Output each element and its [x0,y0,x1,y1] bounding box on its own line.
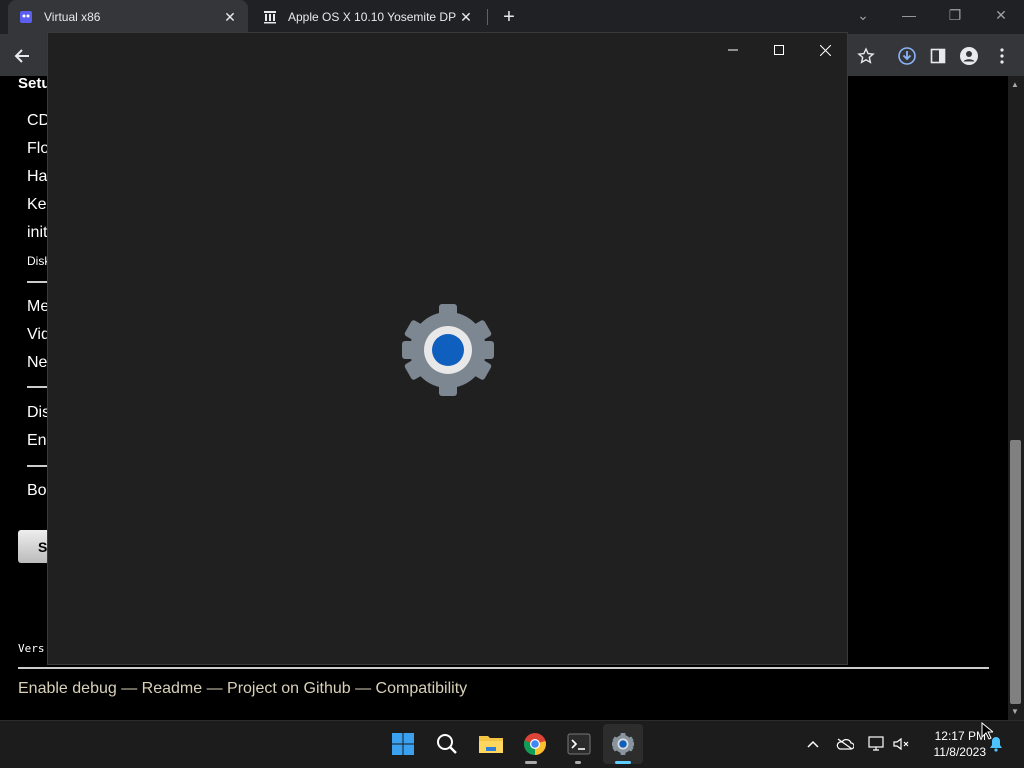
footer-separator: — [116,680,142,697]
tab-strip: Virtual x86 ✕ Apple OS X 10.10 Yosemite … [0,0,1024,34]
chevron-up-icon[interactable] [803,734,823,754]
version-label: Vers [18,642,45,655]
tab-search-icon[interactable]: ⌄ [840,0,886,30]
chrome-icon[interactable] [521,730,549,758]
windows-start-icon[interactable] [389,730,417,758]
setup-item-memory[interactable]: Me [27,298,49,316]
setup-heading: Setu [18,76,51,92]
github-link[interactable]: Project on Github [227,680,351,697]
tab-title: Virtual x86 [44,10,101,24]
clock-time: 12:17 PM [934,729,986,743]
network-icon[interactable] [867,734,887,754]
minimize-icon[interactable] [710,39,756,61]
terminal-running-indicator [575,761,581,764]
profile-icon[interactable] [957,44,981,68]
restore-icon[interactable]: ❐ [932,0,978,30]
setup-item-kernel[interactable]: Ke [27,196,47,214]
footer-separator: — [350,680,376,697]
close-tab-icon[interactable]: ✕ [220,7,240,27]
settings-gear-icon [402,304,494,396]
archive-org-icon [262,9,278,25]
menu-kebab-icon[interactable] [990,44,1014,68]
readme-link[interactable]: Readme [142,680,202,697]
v86-logo-icon [18,9,34,25]
footer-separator: — [202,680,228,697]
close-tab-icon[interactable]: ✕ [456,7,476,27]
new-tab-button[interactable]: + [498,6,520,28]
setup-item-network[interactable]: Ne [27,354,47,372]
setup-item-hard-disk[interactable]: Ha [27,168,47,186]
close-icon[interactable] [802,39,848,61]
side-panel-icon[interactable] [926,44,950,68]
enable-debug-link[interactable]: Enable debug [18,680,117,697]
settings-window [47,32,848,665]
close-window-icon[interactable]: ✕ [978,0,1024,30]
tab-apple-os-x[interactable]: Apple OS X 10.10 Yosemite DP1 : ✕ [252,0,484,34]
back-arrow-icon[interactable] [10,44,34,68]
clock-date: 11/8/2023 [933,745,987,759]
footer-links: Enable debug — Readme — Project on Githu… [18,680,467,698]
onedrive-offline-icon[interactable] [835,734,855,754]
setup-item-initial-state[interactable]: init [27,224,47,242]
settings-icon[interactable] [609,730,637,758]
file-explorer-icon[interactable] [477,730,505,758]
chrome-running-indicator [525,761,537,764]
scroll-down-icon[interactable]: ▼ [1011,707,1019,716]
tab-title: Apple OS X 10.10 Yosemite DP1 : [288,10,456,24]
scrollbar-thumb[interactable] [1010,440,1021,704]
setup-item-boot-order[interactable]: Bo [27,482,47,500]
setup-item-enable[interactable]: En [27,432,47,450]
tab-virtual-x86[interactable]: Virtual x86 ✕ [8,0,248,34]
divider [27,465,47,467]
maximize-icon[interactable] [756,39,802,61]
scroll-up-icon[interactable]: ▲ [1011,80,1019,89]
divider [27,281,47,283]
divider [27,386,47,388]
terminal-icon[interactable] [565,730,593,758]
compatibility-link[interactable]: Compatibility [376,680,468,697]
volume-muted-icon[interactable] [892,734,912,754]
mouse-cursor-icon [981,721,995,745]
search-icon[interactable] [433,730,461,758]
tab-separator [487,9,488,25]
system-clock[interactable]: 12:17 PM 11/8/2023 [922,728,987,760]
minimize-icon[interactable]: — [886,0,932,30]
download-icon[interactable] [895,44,919,68]
settings-active-indicator [615,761,631,764]
bookmark-star-icon[interactable] [854,44,878,68]
setup-item-floppy[interactable]: Flo [27,140,49,158]
footer-divider [18,667,989,669]
